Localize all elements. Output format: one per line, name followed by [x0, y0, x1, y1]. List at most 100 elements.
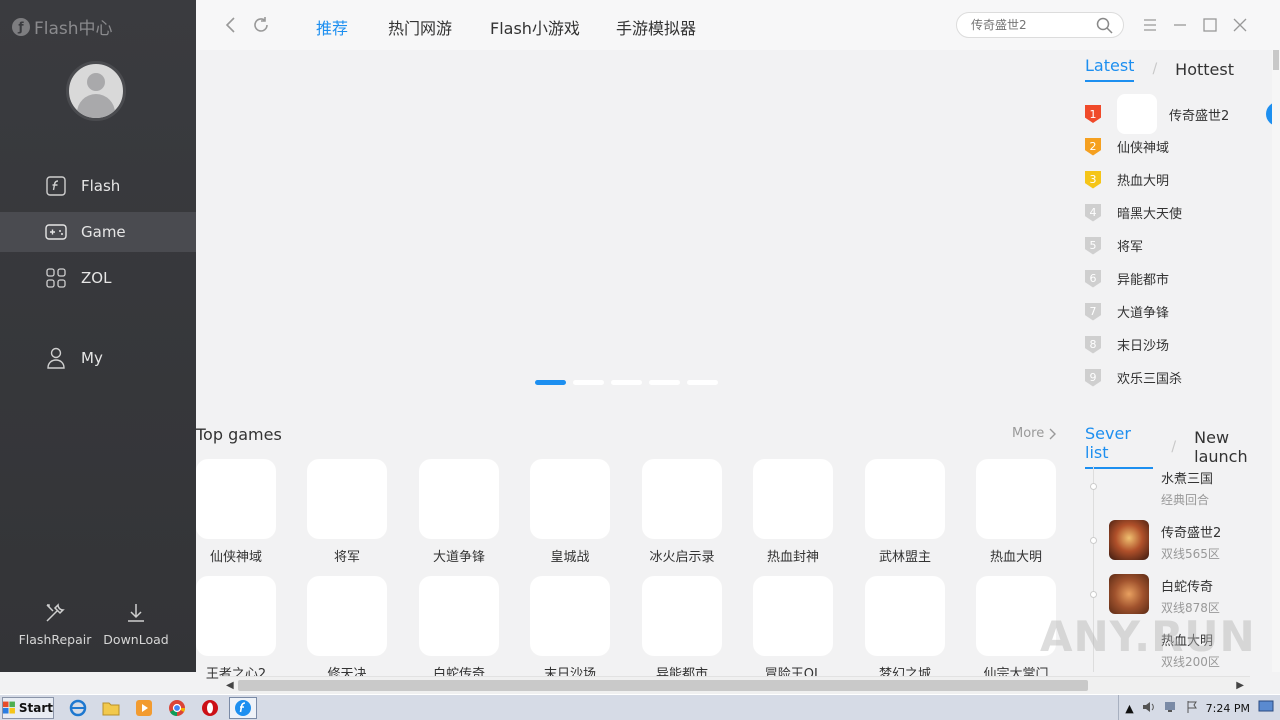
tab-latest[interactable]: Latest: [1085, 56, 1135, 82]
horizontal-scrollbar[interactable]: ◀ ▶: [220, 676, 1250, 694]
game-name: 热血大明: [989, 550, 1042, 565]
sidebar-item-game[interactable]: Game: [0, 212, 196, 252]
server-info: 双线565区: [1161, 547, 1220, 561]
chrome-taskbar-icon[interactable]: [163, 697, 191, 719]
ranking-tabs: Latest / Hottest: [1085, 56, 1234, 82]
carousel-dot[interactable]: [535, 380, 566, 385]
tab-flash-mini-games[interactable]: Flash小游戏: [490, 15, 580, 39]
scroll-left-arrow-icon[interactable]: ◀: [226, 680, 234, 691]
start-button[interactable]: Start: [2, 696, 54, 719]
scrollbar-thumb[interactable]: [1273, 50, 1279, 70]
tab-hottest[interactable]: Hottest: [1175, 60, 1234, 79]
game-thumbnail: [307, 459, 387, 539]
carousel-dot[interactable]: [649, 380, 680, 385]
watermark: ANY.RUN: [1040, 612, 1256, 661]
rank-badge: 8: [1085, 335, 1101, 354]
game-card[interactable]: 末日沙场: [530, 576, 610, 682]
close-button[interactable]: [1230, 15, 1250, 35]
menu-icon: [1144, 19, 1156, 31]
game-card[interactable]: 热血封神: [753, 459, 833, 565]
maximize-button[interactable]: [1200, 15, 1220, 35]
game-card[interactable]: 热血大明: [976, 459, 1056, 565]
banner-carousel[interactable]: [196, 50, 1070, 390]
app-logo: ƒ Flash中心: [12, 14, 113, 39]
game-card[interactable]: 大道争锋: [419, 459, 499, 565]
search-input[interactable]: [971, 18, 1091, 32]
game-card[interactable]: 皇城战: [530, 459, 610, 565]
game-card[interactable]: 梦幻之城: [865, 576, 945, 682]
tab-hot-online-games[interactable]: 热门网游: [388, 15, 452, 39]
ranking-item[interactable]: 5 将军: [1085, 236, 1143, 255]
game-card[interactable]: 冰火启示录: [642, 459, 722, 565]
rank-badge: 9: [1085, 368, 1101, 387]
game-card[interactable]: 王者之心2: [196, 576, 276, 682]
flash-repair-button[interactable]: FlashRepair: [10, 600, 100, 647]
search-icon[interactable]: [1096, 17, 1113, 38]
sidebar-item-label: Game: [81, 223, 126, 241]
game-thumbnail: [1109, 520, 1149, 560]
flag-icon[interactable]: [1186, 700, 1198, 717]
download-button[interactable]: DownLoad: [91, 600, 181, 647]
game-card[interactable]: 白蛇传奇: [419, 576, 499, 682]
download-label: DownLoad: [103, 632, 169, 647]
avatar[interactable]: [66, 61, 126, 121]
rank-badge: 2: [1085, 137, 1101, 156]
clock[interactable]: 7:24 PM: [1206, 702, 1250, 715]
ranking-item[interactable]: 7 大道争锋: [1085, 302, 1169, 321]
show-desktop-icon[interactable]: [1258, 700, 1274, 717]
carousel-dot[interactable]: [573, 380, 604, 385]
game-card[interactable]: 仙侠神域: [196, 459, 276, 565]
ranking-item[interactable]: 1 传奇盛世2: [1085, 94, 1229, 134]
carousel-dot[interactable]: [611, 380, 642, 385]
tab-new-launch[interactable]: New launch: [1194, 428, 1280, 466]
game-card[interactable]: 武林盟主: [865, 459, 945, 565]
ranking-item[interactable]: 8 末日沙场: [1085, 335, 1169, 354]
back-button[interactable]: [220, 14, 242, 36]
server-item[interactable]: 白蛇传奇 双线878区: [1109, 574, 1220, 616]
ranking-item[interactable]: 4 暗黑大天使: [1085, 203, 1182, 222]
ie-taskbar-icon[interactable]: [64, 697, 92, 719]
ranking-item[interactable]: 9 欢乐三国杀: [1085, 368, 1182, 387]
rank-badge: 7: [1085, 302, 1101, 321]
game-card[interactable]: 修天决: [307, 576, 387, 682]
media-player-taskbar-icon[interactable]: [130, 697, 158, 719]
game-thumbnail: [865, 459, 945, 539]
folder-taskbar-icon[interactable]: [97, 697, 125, 719]
game-card[interactable]: 将军: [307, 459, 387, 565]
scroll-right-arrow-icon[interactable]: ▶: [1236, 680, 1244, 691]
sidebar-item-flash[interactable]: Flash: [0, 166, 196, 206]
ranking-item-name: 异能都市: [1117, 273, 1170, 288]
tab-recommend[interactable]: 推荐: [316, 15, 348, 39]
carousel-dot[interactable]: [687, 380, 718, 385]
download-icon: [91, 600, 181, 626]
more-link[interactable]: More: [1012, 426, 1057, 441]
vertical-scrollbar[interactable]: [1272, 50, 1280, 672]
minimize-button[interactable]: [1170, 15, 1190, 35]
menu-button[interactable]: [1140, 15, 1160, 35]
ranking-item[interactable]: 6 异能都市: [1085, 269, 1169, 288]
refresh-button[interactable]: [250, 14, 272, 36]
ranking-item[interactable]: 3 热血大明: [1085, 170, 1169, 189]
refresh-icon: [254, 17, 268, 32]
sidebar-item-my[interactable]: My: [0, 338, 196, 378]
server-tabs: Sever list / New launch: [1085, 424, 1280, 469]
user-icon: [45, 347, 67, 369]
game-thumbnail: [642, 459, 722, 539]
speaker-icon[interactable]: [1142, 700, 1156, 717]
opera-taskbar-icon[interactable]: [196, 697, 224, 719]
flash-center-taskbar-icon[interactable]: [229, 696, 257, 719]
game-card[interactable]: 异能都市: [642, 576, 722, 682]
tab-server-list[interactable]: Sever list: [1085, 424, 1154, 469]
timeline-dot: [1090, 537, 1097, 544]
scrollbar-thumb[interactable]: [238, 680, 1088, 691]
game-thumbnail: [307, 576, 387, 656]
ranking-item[interactable]: 2 仙侠神域: [1085, 137, 1169, 156]
sidebar-item-zol[interactable]: ZOL: [0, 258, 196, 298]
tab-mobile-emulator[interactable]: 手游模拟器: [616, 15, 696, 39]
game-name: 仙侠神域: [209, 550, 262, 565]
tray-expand-icon[interactable]: ▲: [1125, 702, 1133, 715]
network-icon[interactable]: [1164, 700, 1178, 717]
server-item[interactable]: 传奇盛世2 双线565区: [1109, 520, 1221, 562]
server-item[interactable]: 水煮三国 经典回合: [1109, 466, 1213, 508]
game-card[interactable]: 冒险王OL: [753, 576, 833, 682]
